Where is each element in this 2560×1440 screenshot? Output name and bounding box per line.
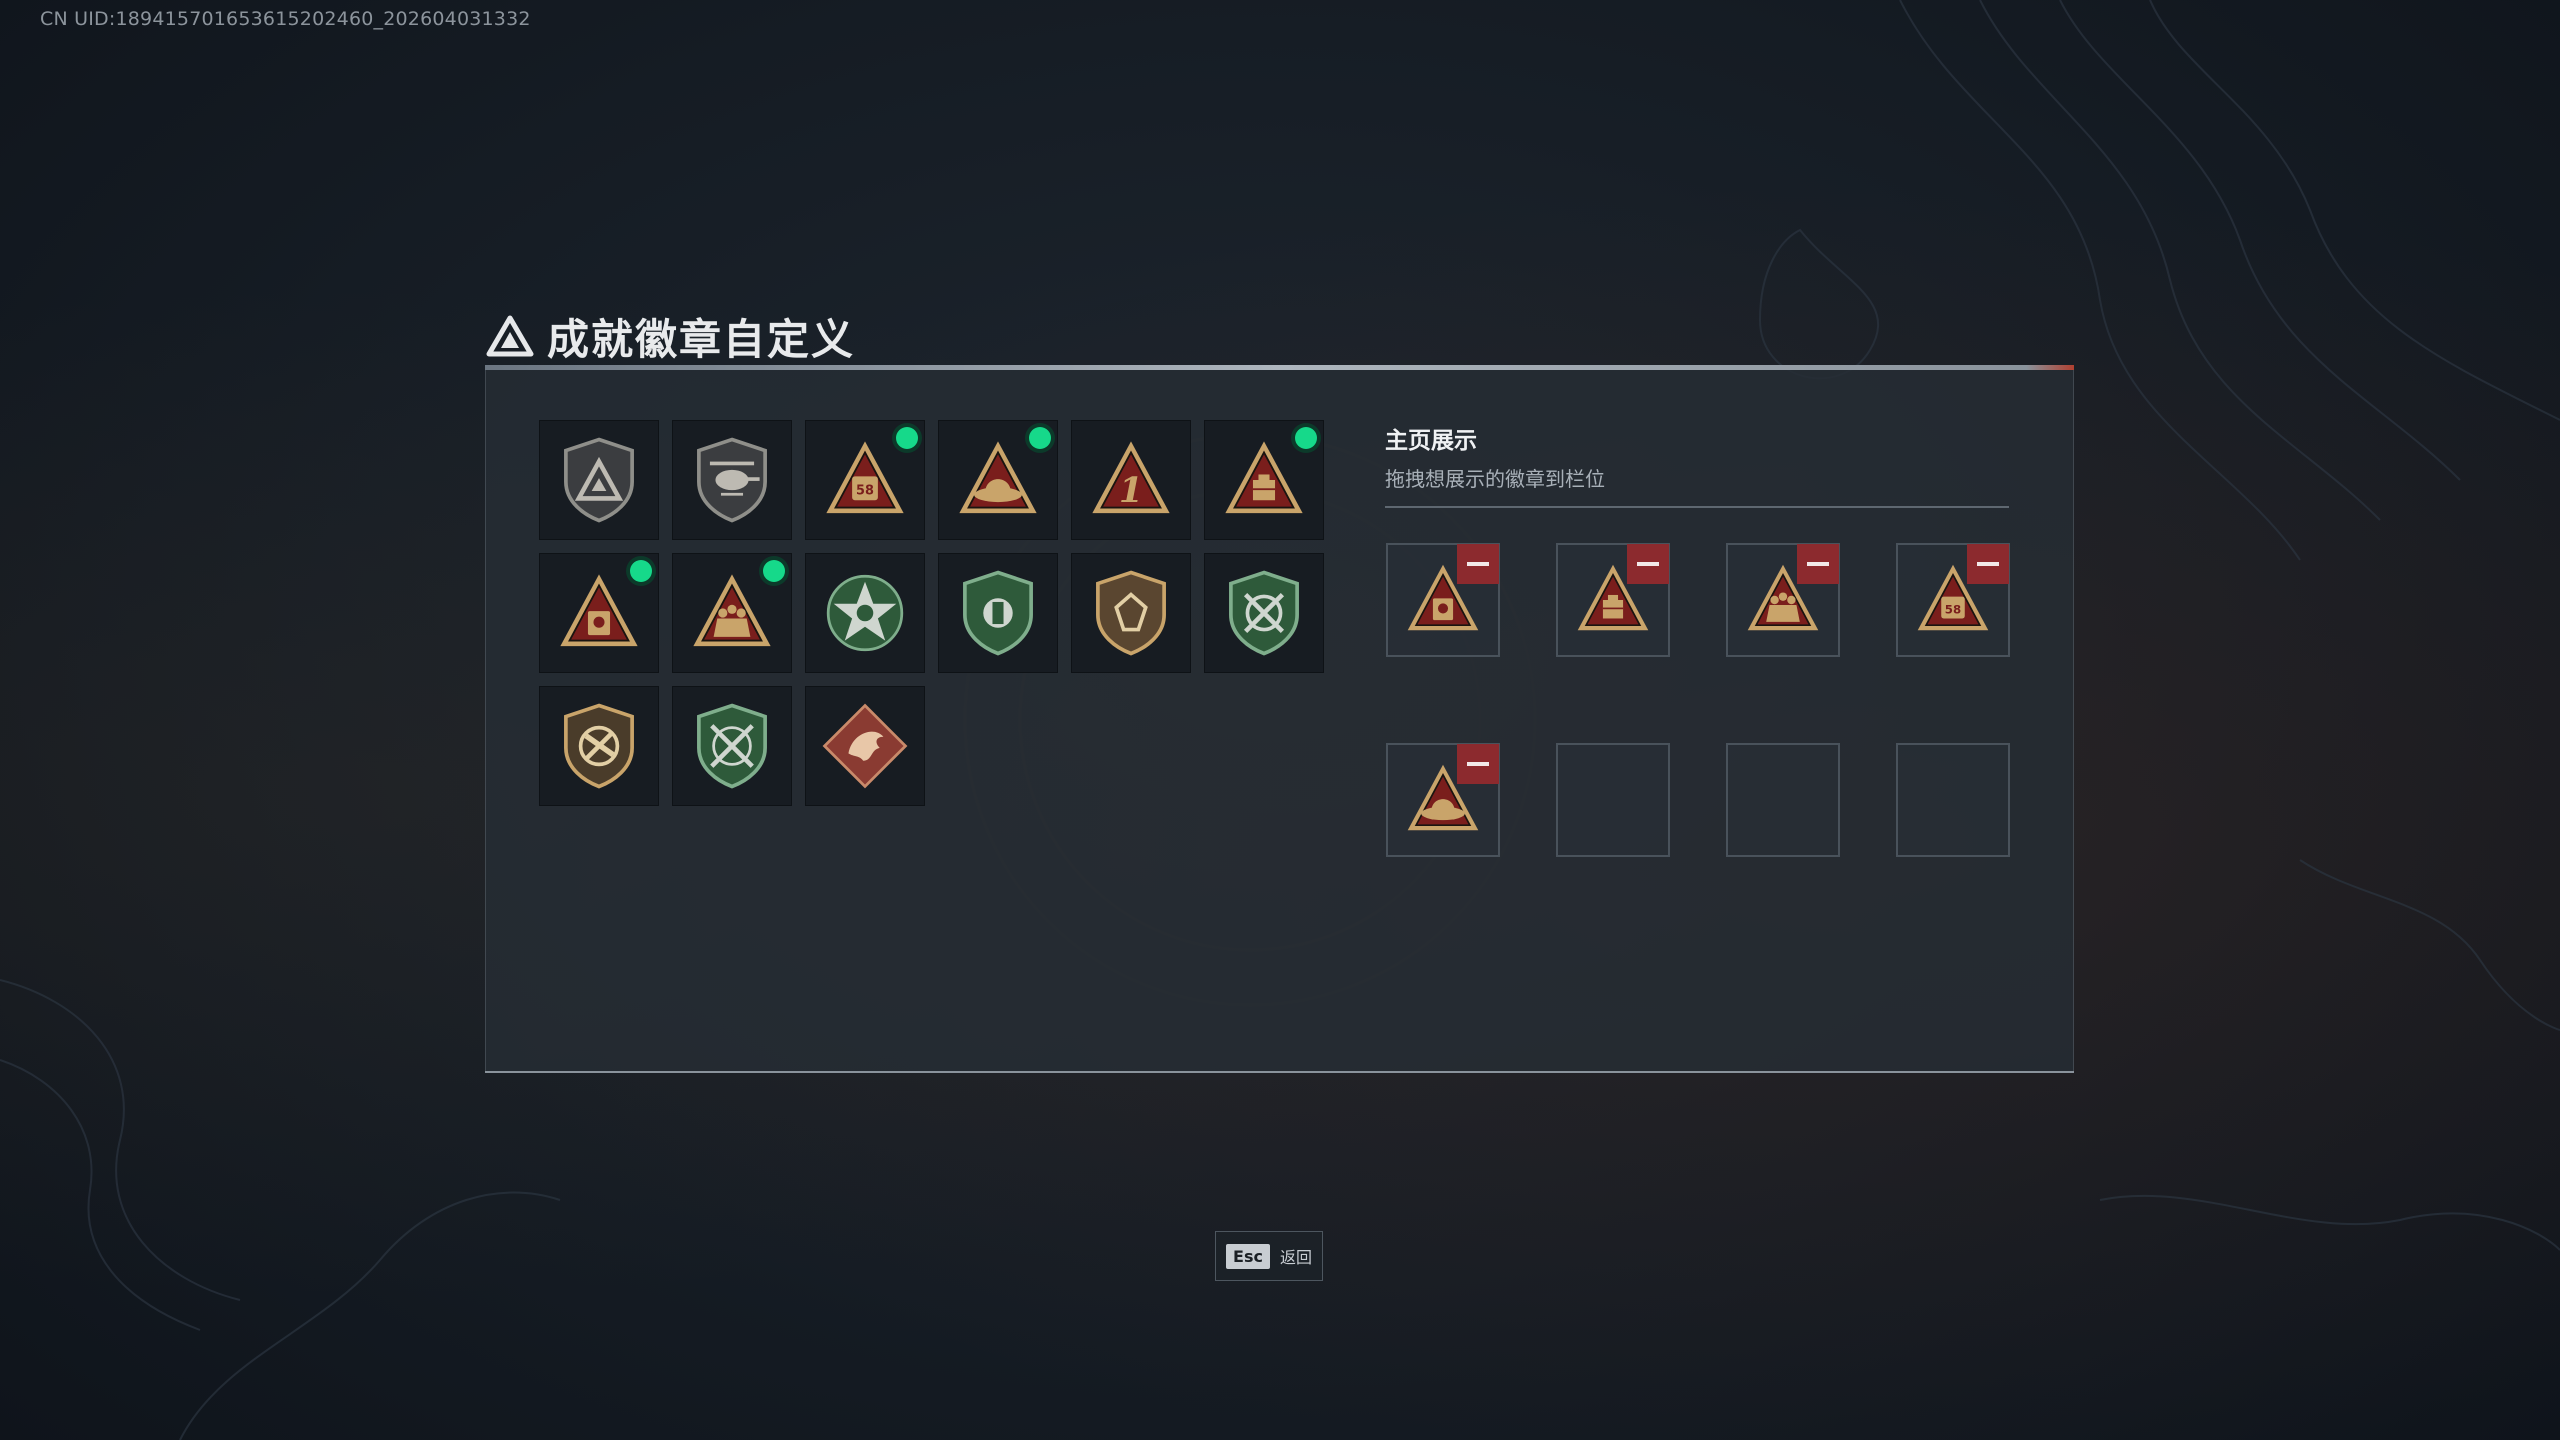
showcase-slot-empty[interactable]	[1726, 743, 1840, 857]
panel-bottom-border	[485, 1071, 2074, 1073]
green-star-badge-icon	[826, 574, 904, 652]
uid-label: CN UID:1894157016536152024​60_2026040313…	[40, 8, 531, 30]
gem-shield-badge-icon	[1096, 570, 1166, 656]
new-indicator-dot	[1295, 427, 1317, 449]
triangle-soldiers-badge-icon	[693, 574, 771, 647]
showcase-slot-empty[interactable]	[1896, 743, 2010, 857]
back-button[interactable]: Esc 返回	[1215, 1231, 1323, 1281]
badge-item[interactable]	[805, 553, 925, 673]
badge-item[interactable]	[672, 420, 792, 540]
back-label: 返回	[1279, 1248, 1312, 1267]
triangle-skull-crate-badge-icon	[560, 574, 638, 647]
showcase-slot-filled[interactable]	[1386, 743, 1500, 857]
green-shield-emblem-badge-icon	[963, 570, 1033, 656]
page-title: 成就徽章自定义	[547, 314, 856, 364]
triangle-58-badge-icon: 58	[826, 441, 904, 514]
remove-badge-button[interactable]	[1797, 544, 1839, 584]
svg-text:1: 1	[1119, 470, 1143, 511]
badge-item[interactable]	[938, 553, 1058, 673]
badge-item[interactable]: 58	[805, 420, 925, 540]
showcase-header: 主页展示 拖拽想展示的徽章到栏位	[1385, 421, 2009, 508]
dialog-header: 成就徽章自定义	[485, 305, 855, 367]
panel-top-border	[485, 365, 2074, 370]
minus-icon	[1637, 562, 1659, 566]
badge-item[interactable]	[1204, 420, 1324, 540]
showcase-title: 主页展示	[1385, 428, 1477, 454]
delta-shield-badge-icon	[564, 437, 634, 523]
red-dragon-badge-icon	[822, 703, 908, 789]
showcase-slot-filled[interactable]	[1386, 543, 1500, 657]
showcase-slot-filled[interactable]	[1556, 543, 1670, 657]
badge-item[interactable]	[539, 686, 659, 806]
badge-item[interactable]	[1204, 553, 1324, 673]
badge-item[interactable]	[805, 686, 925, 806]
triangle-number-1-badge-icon: 1	[1092, 441, 1170, 514]
badge-item[interactable]	[938, 420, 1058, 540]
new-indicator-dot	[896, 427, 918, 449]
divider	[1385, 506, 2009, 508]
badge-item[interactable]: 1	[1071, 420, 1191, 540]
showcase-slot-filled[interactable]: 58	[1896, 543, 2010, 657]
esc-key-hint: Esc	[1226, 1243, 1270, 1269]
badge-item[interactable]	[672, 553, 792, 673]
svg-text:58: 58	[856, 484, 874, 499]
showcase-subtitle: 拖拽想展示的徽章到栏位	[1385, 467, 1605, 491]
remove-badge-button[interactable]	[1967, 544, 2009, 584]
triangle-crate-badge-icon	[1225, 441, 1303, 514]
minus-icon	[1807, 562, 1829, 566]
minus-icon	[1467, 762, 1489, 766]
remove-badge-button[interactable]	[1627, 544, 1669, 584]
no-rifle-shield-badge-icon	[564, 703, 634, 789]
badge-item[interactable]	[1071, 553, 1191, 673]
delta-triangle-icon	[486, 315, 534, 357]
badge-inventory-grid: 58 1	[539, 420, 1324, 806]
minus-icon	[1977, 562, 1999, 566]
remove-badge-button[interactable]	[1457, 744, 1499, 784]
remove-badge-button[interactable]	[1457, 544, 1499, 584]
badge-item[interactable]	[672, 686, 792, 806]
showcase-slots: 58	[1386, 543, 2010, 857]
badge-customization-panel: 58 1 主页展示 拖拽想展示的徽章到栏位 58	[485, 365, 2074, 1073]
triangle-hat-badge-icon	[959, 441, 1037, 514]
helicopter-shield-badge-icon	[697, 437, 767, 523]
new-indicator-dot	[763, 560, 785, 582]
svg-text:58: 58	[1945, 602, 1961, 616]
green-crossed-arrows-badge-icon	[697, 703, 767, 789]
showcase-slot-empty[interactable]	[1556, 743, 1670, 857]
new-indicator-dot	[630, 560, 652, 582]
showcase-slot-filled[interactable]	[1726, 543, 1840, 657]
badge-item[interactable]	[539, 420, 659, 540]
minus-icon	[1467, 562, 1489, 566]
new-indicator-dot	[1029, 427, 1051, 449]
badge-item[interactable]	[539, 553, 659, 673]
green-crossed-rifles-badge-icon	[1229, 570, 1299, 656]
